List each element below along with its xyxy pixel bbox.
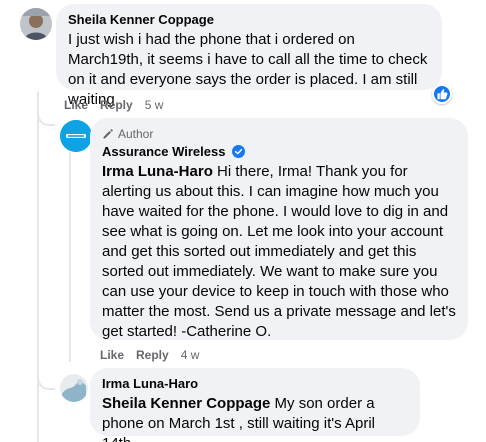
comment-bubble: Irma Luna-Haro Sheila Kenner Coppage My … [90, 368, 420, 442]
author-tag-label: Author [118, 127, 154, 141]
user-avatar-photo [20, 8, 52, 40]
comment-author[interactable]: Assurance Wireless [102, 144, 225, 159]
mention-link[interactable]: Irma Luna-Haro [102, 163, 213, 180]
like-icon [437, 89, 448, 100]
reply-button[interactable]: Reply [100, 98, 133, 112]
avatar[interactable] [60, 120, 92, 152]
thread-curve-reply-1 [37, 104, 55, 126]
verified-badge-icon [232, 145, 246, 158]
thread-line-main [37, 92, 39, 442]
pencil-icon [103, 129, 113, 139]
comment-bubble: Author Assurance Wireless Irma Luna-Haro… [90, 118, 468, 340]
author-tag: Author [102, 126, 456, 142]
like-button[interactable]: Like [100, 348, 124, 362]
comment-text-body: Hi there, Irma! Thank you for alerting u… [102, 163, 456, 340]
assurance-wireless-logo [60, 120, 92, 152]
like-reaction-icon[interactable] [432, 84, 452, 104]
reply-button[interactable]: Reply [136, 348, 169, 362]
comment-text: Irma Luna-Haro Hi there, Irma! Thank you… [102, 162, 456, 342]
comment-author[interactable]: Irma Luna-Haro [102, 376, 408, 392]
comment-author-row: Assurance Wireless [102, 144, 456, 160]
comment-timestamp[interactable]: 4 w [181, 348, 200, 362]
comment-actions: Like Reply 4 w [100, 348, 211, 362]
comment-author[interactable]: Sheila Kenner Coppage [68, 12, 430, 28]
avatar[interactable] [20, 8, 52, 40]
thread-curve-reply-2 [37, 368, 55, 390]
comment-bubble: Sheila Kenner Coppage I just wish i had … [56, 4, 442, 108]
like-button[interactable]: Like [64, 98, 88, 112]
user-avatar-photo [60, 374, 88, 402]
comment-text: Sheila Kenner Coppage My son order a pho… [102, 394, 408, 442]
comment-timestamp[interactable]: 5 w [145, 98, 164, 112]
mention-link[interactable]: Sheila Kenner Coppage [102, 395, 270, 412]
comment-actions: Like Reply 5 w [64, 98, 175, 112]
avatar[interactable] [60, 374, 88, 402]
thread-line-reply [69, 152, 71, 362]
